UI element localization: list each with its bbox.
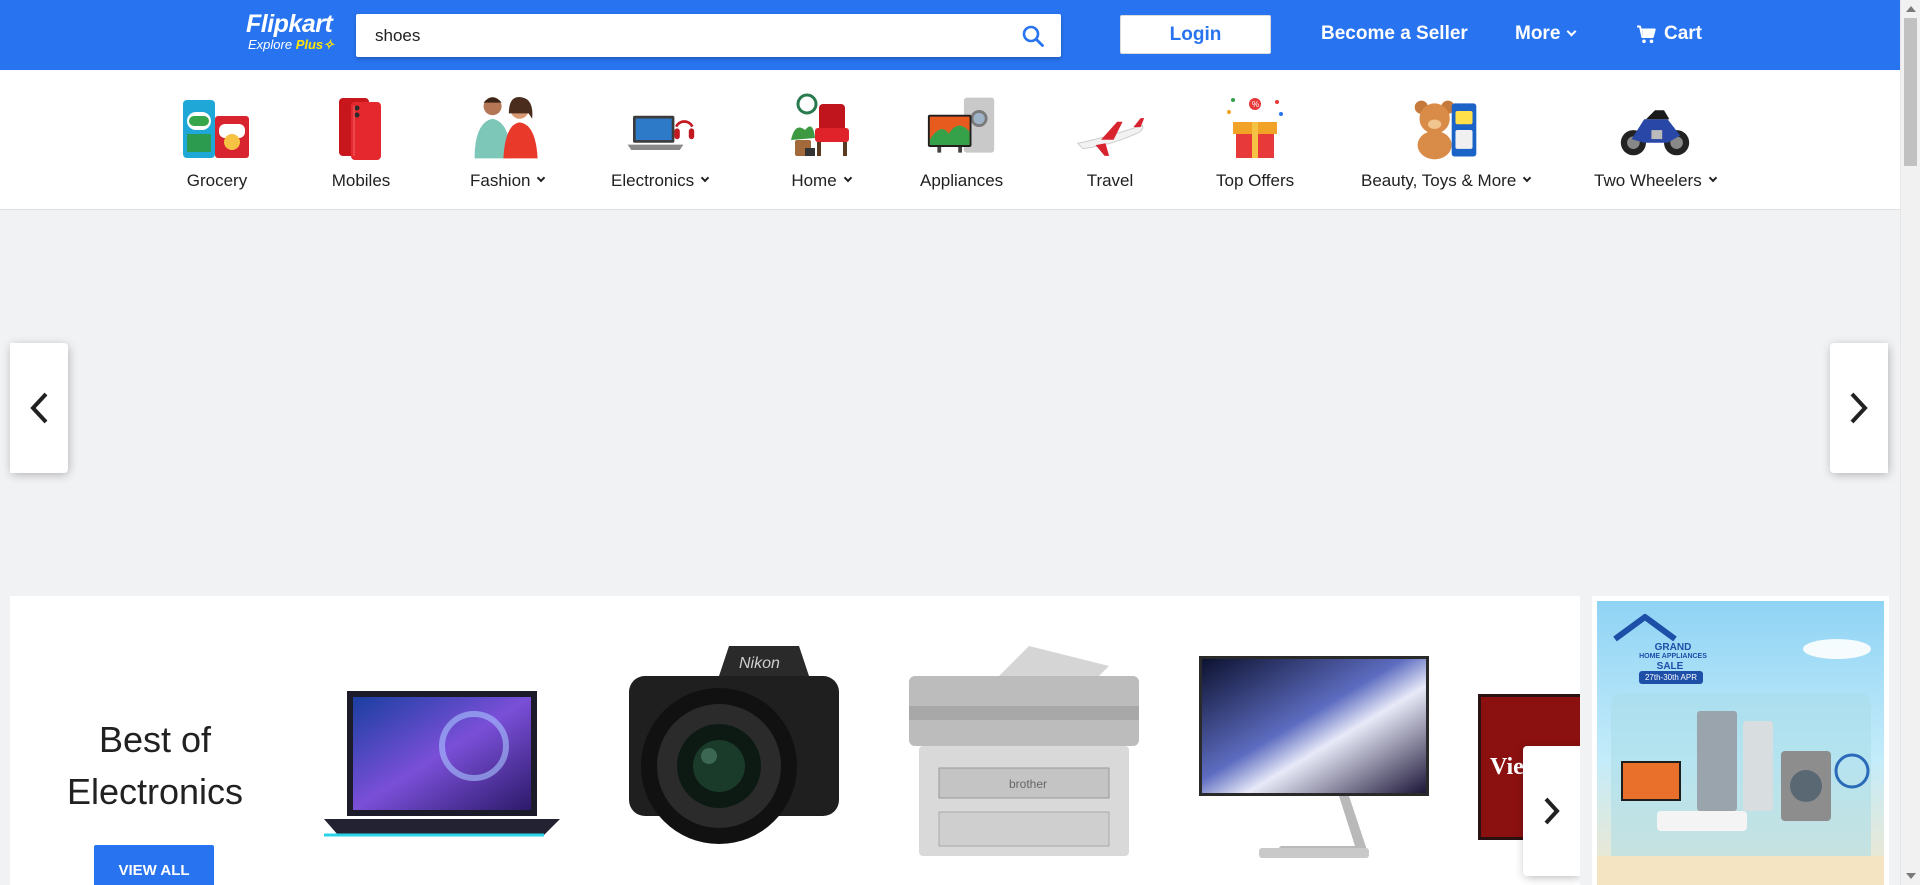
chevron-down-icon	[1523, 173, 1532, 183]
category-label: Beauty, Toys & More	[1361, 171, 1532, 191]
monitor-product[interactable]	[1185, 626, 1443, 876]
category-mobiles[interactable]: Mobiles	[325, 90, 397, 191]
products-next-button[interactable]	[1523, 746, 1580, 876]
category-label: Two Wheelers	[1594, 171, 1717, 191]
category-appliances[interactable]: Appliances	[920, 90, 1003, 191]
category-fashion[interactable]: Fashion	[470, 90, 546, 191]
ad-line-2: HOME APPLIANCES	[1639, 653, 1707, 660]
scroll-down-arrow-icon[interactable]	[1906, 873, 1916, 879]
logo-text: Flipkart	[246, 10, 333, 38]
tv-icon	[926, 90, 998, 162]
banner-carousel[interactable]	[10, 222, 1890, 584]
category-bar: Grocery Mobiles Fashion Electronics Home…	[0, 70, 1900, 210]
ad-date-badge: 27th-30th APR	[1639, 671, 1703, 684]
laptop-product[interactable]	[315, 626, 573, 876]
category-travel[interactable]: Travel	[1074, 90, 1146, 191]
logo-tagline: Explore Plus✧	[248, 37, 335, 52]
carousel-prev-button[interactable]	[10, 343, 68, 473]
svg-text:brother: brother	[1009, 777, 1047, 791]
chevron-down-icon	[1708, 173, 1717, 183]
login-button[interactable]: Login	[1120, 15, 1271, 54]
category-label: Travel	[1086, 171, 1134, 190]
teddy-bear-icon	[1410, 90, 1482, 162]
category-top-offers[interactable]: % Top Offers	[1216, 90, 1294, 191]
motorcycle-icon	[1619, 90, 1691, 162]
scrollbar-thumb[interactable]	[1904, 18, 1917, 166]
gift-icon: %	[1219, 90, 1291, 162]
category-electronics[interactable]: Electronics	[611, 90, 710, 191]
camera-product[interactable]: Nikon	[605, 626, 863, 876]
category-home[interactable]: Home	[785, 90, 857, 191]
category-grocery[interactable]: Grocery	[181, 90, 253, 191]
chevron-right-icon	[1544, 797, 1560, 825]
grand-sale-ad[interactable]: GRAND HOME APPLIANCES SALE 27th-30th APR	[1592, 596, 1889, 885]
search-bar	[356, 14, 1061, 57]
category-label: Top Offers	[1216, 171, 1295, 190]
svg-text:Nikon: Nikon	[739, 655, 780, 672]
chevron-left-icon	[30, 392, 48, 424]
ad-banner-image: GRAND HOME APPLIANCES SALE 27th-30th APR	[1597, 601, 1884, 885]
best-of-electronics-section: Best of Electronics VIEW ALL Nikon broth…	[10, 596, 1580, 885]
search-input[interactable]	[356, 14, 996, 57]
category-label: Grocery	[186, 171, 248, 190]
grocery-icon	[181, 90, 253, 162]
view-all-button[interactable]: VIEW ALL	[94, 845, 214, 885]
page-scrollbar[interactable]	[1900, 0, 1920, 885]
chevron-down-icon	[537, 173, 546, 183]
flipkart-logo[interactable]: Flipkart Explore Plus✧	[246, 10, 334, 52]
chevron-down-icon	[700, 173, 710, 183]
scroll-up-arrow-icon[interactable]	[1906, 6, 1916, 12]
svg-text:%: %	[1252, 100, 1259, 109]
category-two-wheelers[interactable]: Two Wheelers	[1594, 90, 1717, 191]
search-icon[interactable]	[1021, 24, 1045, 48]
chevron-right-icon	[1850, 392, 1868, 424]
laptop-icon	[624, 90, 696, 162]
become-seller-link[interactable]: Become a Seller	[1321, 23, 1468, 45]
more-menu[interactable]: More	[1515, 23, 1577, 45]
section-title: Best of Electronics	[66, 719, 244, 812]
top-header: Flipkart Explore Plus✧ Login Become a Se…	[0, 0, 1900, 70]
airplane-icon	[1074, 90, 1146, 162]
cart-label: Cart	[1664, 23, 1703, 44]
ad-line-1: GRAND	[1654, 642, 1692, 653]
category-beauty-toys[interactable]: Beauty, Toys & More	[1361, 90, 1532, 191]
home-furniture-icon	[785, 90, 857, 162]
chevron-down-icon	[843, 173, 852, 183]
category-label: Fashion	[470, 171, 546, 191]
category-label: Appliances	[920, 171, 1004, 190]
more-label: More	[1515, 23, 1561, 44]
category-label: Mobiles	[331, 171, 391, 190]
fashion-icon	[471, 90, 543, 162]
cart-icon	[1637, 25, 1656, 43]
category-label: Home	[791, 171, 852, 191]
printer-product[interactable]: brother	[895, 626, 1153, 876]
chevron-down-icon	[1566, 26, 1577, 37]
carousel-next-button[interactable]	[1830, 343, 1888, 473]
mobile-icon	[325, 90, 397, 162]
cart-link[interactable]: Cart	[1636, 23, 1702, 45]
category-label: Electronics	[611, 171, 710, 191]
